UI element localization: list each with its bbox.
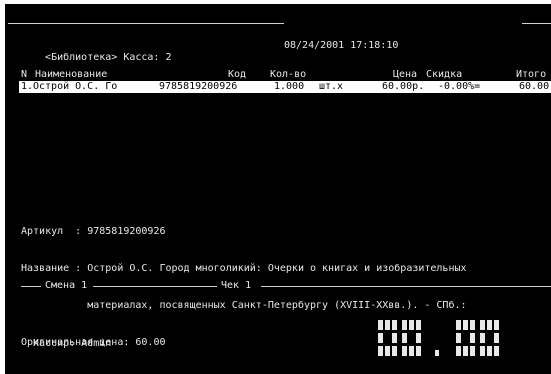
col-code: Код [228, 69, 247, 80]
receipt-label: Чек 1 [221, 280, 252, 291]
col-name: Наименование [35, 69, 108, 80]
datetime: 08/24/2001 17:18:10 [284, 40, 399, 51]
col-n: N [21, 69, 28, 80]
col-price: Цена [393, 69, 418, 80]
top-divider-left [8, 23, 284, 24]
row-n: 1. [21, 81, 34, 92]
row-price: 60.00р. [382, 81, 425, 92]
window-left-edge [0, 0, 5, 374]
article-line: Артикул : 9785819200926 [21, 226, 166, 237]
row-discount: -0.00%= [438, 81, 481, 92]
table-row[interactable]: 1. Острой О.С. Го 9785819200926 1.000 шт… [19, 81, 551, 93]
top-divider-right [522, 23, 551, 24]
row-qty: 1.000 [274, 81, 305, 92]
name-line-1: Название : Острой О.С. Город многоликий:… [21, 263, 467, 274]
col-total: Итого [516, 69, 547, 80]
total-display [378, 320, 538, 356]
col-discount: Скидка [426, 69, 463, 80]
row-name: Острой О.С. Го [33, 81, 118, 92]
row-total: 60.00 [519, 81, 550, 92]
window-top-edge [0, 0, 551, 4]
status-divider: Смена 1 Чек 1 [21, 280, 551, 291]
col-qty: Кол-во [270, 69, 307, 80]
store-register-label: <Библиотека> Касса: 2 [45, 52, 172, 63]
cashier-label: Кассир: Admin [33, 338, 112, 349]
table-header: N Наименование Код Кол-во Цена Скидка Ит… [21, 69, 551, 81]
row-code: 9785819200926 [159, 81, 238, 92]
row-unit: шт.х [319, 81, 344, 92]
shift-label: Смена 1 [45, 280, 88, 291]
name-line-2: материалах, посвященных Санкт-Петербургу… [21, 300, 467, 311]
